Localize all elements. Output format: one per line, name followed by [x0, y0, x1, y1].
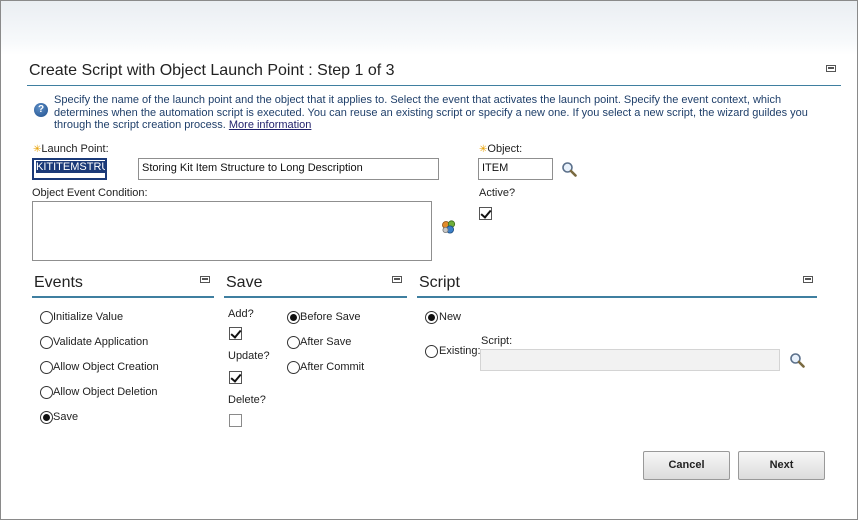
script-label-existing: Existing: [439, 345, 481, 357]
help-description: Specify the name of the launch point and… [54, 94, 808, 131]
script-label: Script: [481, 335, 513, 347]
help-icon: ? [34, 103, 48, 117]
help-text: Specify the name of the launch point and… [54, 94, 824, 132]
script-radio-existing[interactable] [425, 345, 438, 358]
dialog-title: Create Script with Object Launch Point :… [29, 62, 395, 79]
delete-label: Delete? [228, 394, 266, 406]
update-checkbox[interactable] [229, 371, 242, 384]
event-radio-allow-object-deletion[interactable] [40, 386, 53, 399]
event-label-allow-object-creation: Allow Object Creation [53, 361, 159, 373]
script-label-new: New [439, 311, 462, 323]
add-checkbox[interactable] [229, 327, 242, 340]
script-radio-new[interactable] [425, 311, 438, 324]
object-label: ✳Object: [479, 143, 523, 155]
script-divider [417, 296, 817, 298]
update-label: Update? [228, 350, 270, 362]
save-section-title: Save [226, 274, 263, 291]
event-label-validate-application: Validate Application [53, 336, 149, 348]
save-radio-after-save[interactable] [287, 336, 300, 349]
save-label-after-save: After Save [300, 336, 352, 348]
save-label-before-save: Before Save [300, 311, 361, 323]
launch-point-input[interactable]: KITITEMSTRU [32, 158, 107, 180]
event-label-save: Save [53, 411, 79, 423]
object-event-condition-label: Object Event Condition: [32, 187, 148, 199]
active-label: Active? [479, 187, 516, 199]
event-radio-initialize-value[interactable] [40, 311, 53, 324]
more-information-link[interactable]: More information [229, 119, 312, 131]
save-collapse-icon[interactable] [392, 276, 402, 283]
script-lookup-icon[interactable] [789, 352, 805, 368]
object-lookup-icon[interactable] [561, 161, 577, 177]
events-collapse-icon[interactable] [200, 276, 210, 283]
launch-point-description-input[interactable]: Storing Kit Item Structure to Long Descr… [138, 158, 439, 180]
save-radio-before-save[interactable] [287, 311, 300, 324]
launch-point-label: ✳Launch Point: [33, 143, 109, 155]
object-event-condition-textarea[interactable] [32, 201, 432, 261]
active-checkbox[interactable] [479, 207, 492, 220]
delete-checkbox[interactable] [229, 414, 242, 427]
events-section-title: Events [34, 274, 83, 291]
save-divider [224, 296, 407, 298]
create-script-dialog: Create Script with Object Launch Point :… [0, 0, 858, 520]
save-label-after-commit: After Commit [300, 361, 365, 373]
object-input[interactable]: ITEM [478, 158, 553, 180]
script-collapse-icon[interactable] [803, 276, 813, 283]
events-divider [32, 296, 214, 298]
next-button[interactable]: Next [738, 451, 825, 480]
event-radio-validate-application[interactable] [40, 336, 53, 349]
event-label-initialize-value: Initialize Value [53, 311, 124, 323]
event-label-allow-object-deletion: Allow Object Deletion [53, 386, 158, 398]
save-radio-after-commit[interactable] [287, 361, 300, 374]
cancel-button[interactable]: Cancel [643, 451, 730, 480]
title-divider [27, 85, 841, 86]
script-section-title: Script [419, 274, 460, 291]
add-label: Add? [228, 308, 254, 320]
expression-builder-icon[interactable] [441, 219, 457, 235]
event-radio-allow-object-creation[interactable] [40, 361, 53, 374]
script-input[interactable] [480, 349, 780, 371]
event-radio-save[interactable] [40, 411, 53, 424]
dialog-minimize-icon[interactable] [826, 65, 836, 72]
